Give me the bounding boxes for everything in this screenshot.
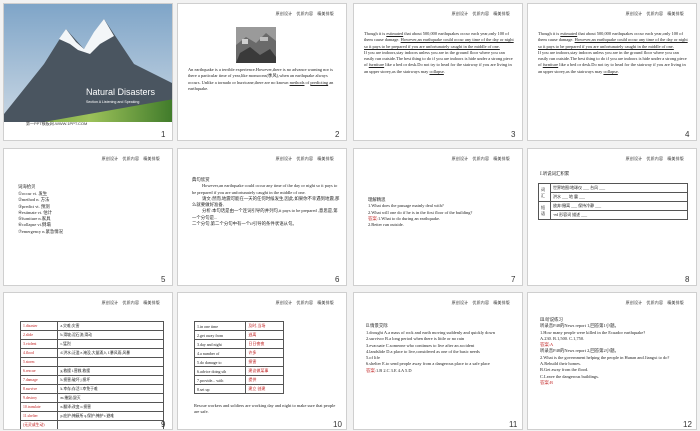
table-row: 10.translate n.翻译;改变 o.损害 bbox=[19, 402, 164, 412]
slide-thumbnail-5[interactable]: 原创设计 优质内容 精美排版 词海拾贝 ①occur vi. 发生 ②method … bbox=[3, 148, 173, 286]
slide-thumbnail-9[interactable]: 原创设计 优质内容 精美排版 1.disaster a.灾难;灾害 2.slide b.… bbox=[3, 292, 173, 430]
vocab-list: ①occur vi. 发生 ②method n. 方法 ③predict vt.… bbox=[18, 191, 63, 235]
slide-2-text: An earthquake is a terrible experience.H… bbox=[188, 67, 334, 91]
table-row: 11.shelter p.庇护;掩蔽所 q.保护;掩护 r.避难 bbox=[19, 411, 164, 421]
slide-6-analysis: 分析:本句话是由一个连词引导的并列句,it pays to be prepare… bbox=[192, 208, 338, 220]
slide-sorter-grid: Natural Disasters Section A Listening an… bbox=[0, 0, 700, 431]
slide-10-note: Rescue workers and soldiers are working … bbox=[194, 403, 336, 415]
answer-2: 答案:B bbox=[540, 379, 553, 385]
slide-6-text: 典句欣赏 However,an earthquake could occur a… bbox=[192, 177, 340, 227]
table-row: (无灵或生动) bbox=[19, 420, 164, 429]
slide-menu: 原创设计 优质内容 精美排版 bbox=[451, 11, 510, 16]
slide-thumbnail-8[interactable]: 原创设计 优质内容 精美排版 Ⅰ.听说词汇积累 词汇 世界地图/地球仪 ___ 台风… bbox=[527, 148, 697, 286]
table-row: 5.storm bbox=[19, 357, 164, 367]
answer-line: 答案:1.B 2.C 3.E 4.A 5.D bbox=[366, 367, 412, 373]
slide-menu: 原创设计 优质内容 精美排版 bbox=[101, 156, 160, 161]
slide-thumbnail-6[interactable]: 原创设计 优质内容 精美排版 典句欣赏 However,an earthquake … bbox=[177, 148, 347, 286]
vocab-row-cell: 世界地图/地球仪 ___ 台风 ___ bbox=[550, 183, 688, 193]
slide-number-1: 1 bbox=[161, 130, 166, 139]
slide-12-text: Ⅲ.听说练习 听录音P48的News report 1,回答第1小题。 1.Ho… bbox=[540, 317, 690, 386]
slide-thumbnail-11[interactable]: 原创设计 优质内容 精美排版 Ⅱ.情景交际 1.drought A.a mass o… bbox=[353, 292, 523, 430]
match-list: 1.drought A.a mass of rock and earth mov… bbox=[366, 330, 516, 374]
slide-1-footer: 第一PPT模板网-WWW.1PPT.COM bbox=[26, 121, 88, 126]
slide-number-8: 8 bbox=[685, 275, 690, 284]
slide-menu: 原创设计 优质内容 精美排版 bbox=[625, 300, 684, 305]
slide-number-12: 12 bbox=[683, 420, 692, 429]
table-row: 8.survive k.幸存;存活 l.幸免于难 bbox=[19, 384, 164, 394]
vocab-item: ⑦emergency n.紧急情况 bbox=[18, 228, 64, 234]
slide-6-english: However,an earthquake could occur any ti… bbox=[192, 183, 338, 195]
phrase-table: 1.in one time 及时,当场 2.get away from 逃离 3.d… bbox=[193, 321, 284, 394]
slide-1-title: Natural Disasters bbox=[86, 87, 156, 97]
table-row: 9.destroy m.摧毁;毁灭 bbox=[19, 393, 164, 403]
slide-11-heading: Ⅱ.情景交际 bbox=[366, 323, 388, 328]
slide-thumbnail-10[interactable]: 原创设计 优质内容 精美排版 1.in one time 及时,当场 2.get aw… bbox=[177, 292, 347, 430]
slide-number-9: 9 bbox=[161, 420, 166, 429]
table-row: 4.flood d.洪水;泛滥 e.淹没,大量涌入 f.暴风雨;风暴 bbox=[19, 348, 164, 358]
slide-menu: 原创设计 优质内容 精美排版 bbox=[451, 156, 510, 161]
table-row: 6.rescue g.救援 i.营救,救援 bbox=[19, 366, 164, 376]
slide-thumbnail-4[interactable]: 原创设计 优质内容 精美排版 Though it is estimated that… bbox=[527, 3, 697, 141]
slide-4-text: Though it is estimated that about 500,00… bbox=[538, 31, 688, 74]
slide-8-heading: Ⅰ.听说词汇积累 bbox=[540, 171, 570, 176]
slide-number-4: 4 bbox=[685, 130, 690, 139]
slide-menu: 原创设计 优质内容 精美排版 bbox=[451, 300, 510, 305]
slide-menu: 原创设计 优质内容 精美排版 bbox=[101, 300, 160, 305]
table-row: 7.provide... with 提供 bbox=[193, 375, 284, 385]
table-row: 3.violent c.猛烈 bbox=[19, 339, 164, 349]
table-row: 1.in one time 及时,当场 bbox=[193, 321, 284, 331]
slide-1-subtitle: Section A Listening and Speaking bbox=[86, 100, 140, 104]
slide-menu: 原创设计 优质内容 精美排版 bbox=[625, 156, 684, 161]
slide-5-heading: 词海拾贝 bbox=[18, 184, 36, 189]
phrase-row-cell: -ed 形容词 描述 ___ bbox=[550, 210, 688, 220]
slide-thumbnail-1[interactable]: Natural Disasters Section A Listening an… bbox=[3, 3, 173, 141]
vocab-table: 词汇 世界地图/地球仪 ___ 台风 ___ 洪水 ___ 地 震 ___ 短语… bbox=[538, 183, 688, 220]
table-row: 4.a number of 许多 bbox=[193, 348, 284, 358]
slide-number-6: 6 bbox=[335, 275, 340, 284]
slide-number-10: 10 bbox=[333, 420, 342, 429]
slide-7-text: 理解精思 1.What does the passage mainly deal… bbox=[368, 197, 518, 228]
vocab-row-cell: 洪水 ___ 地 震 ___ bbox=[550, 192, 688, 202]
table-row: 3.day and night 日日夜夜 bbox=[193, 339, 284, 349]
slide-menu: 原创设计 优质内容 精美排版 bbox=[625, 11, 684, 16]
table-row: 2.slide b.滑坡;泥石流;滑动 bbox=[19, 330, 164, 340]
phrase-row-label: 短语 bbox=[538, 201, 551, 220]
slide-number-2: 2 bbox=[335, 130, 340, 139]
word-match-table: 1.disaster a.灾难;灾害 2.slide b.滑坡;泥石流;滑动 3.v… bbox=[19, 321, 164, 429]
table-row: 8.set up 建立 创建 bbox=[193, 384, 284, 394]
table-row: 5.do damage to 损害 bbox=[193, 357, 284, 367]
slide-number-3: 3 bbox=[511, 130, 516, 139]
table-row: 2.get away from 逃离 bbox=[193, 330, 284, 340]
slide-6-translation: 请文:然而,地震可能在一天的任何时候发生,因此,如果你不幸遇到地震,那么就要做好… bbox=[192, 195, 340, 208]
slide-number-7: 7 bbox=[511, 275, 516, 284]
slide-3-text: Though it is estimated that about 500,00… bbox=[364, 31, 514, 74]
slide-number-5: 5 bbox=[161, 275, 166, 284]
slide-menu: 原创设计 优质内容 精美排版 bbox=[275, 300, 334, 305]
slide-thumbnail-3[interactable]: 原创设计 优质内容 精美排版 Though it is estimated that… bbox=[353, 3, 523, 141]
slide-menu: 原创设计 优质内容 精美排版 bbox=[275, 156, 334, 161]
table-row: 7.damage h.损害;破坏 j.损坏 bbox=[19, 375, 164, 385]
slide-menu: 原创设计 优质内容 精美排版 bbox=[275, 11, 334, 16]
phrase-row-cell: 放弃/撤离 ___ 保持冷静 ___ bbox=[550, 201, 688, 211]
slide-number-11: 11 bbox=[509, 420, 518, 429]
answer-2: 2.Better run outside. bbox=[368, 222, 404, 228]
slide-thumbnail-2[interactable]: 原创设计 优质内容 精美排版 An earthquake is a terrible… bbox=[177, 3, 347, 141]
table-row: 1.disaster a.灾难;灾害 bbox=[19, 321, 164, 331]
table-row: 6.advice doing sth 建议做某事 bbox=[193, 366, 284, 376]
slide-6-analysis-extra: 二个分句,第二个分句中有一个if引导的条件状语从句。 bbox=[192, 221, 297, 227]
slide-thumbnail-12[interactable]: 原创设计 优质内容 精美排版 Ⅲ.听说练习 听录音P48的News report 1… bbox=[527, 292, 697, 430]
vocab-row-label: 词汇 bbox=[538, 183, 551, 202]
slide-thumbnail-7[interactable]: 原创设计 优质内容 精美排版 理解精思 1.What does the passag… bbox=[353, 148, 523, 286]
earthquake-photo bbox=[236, 27, 276, 63]
